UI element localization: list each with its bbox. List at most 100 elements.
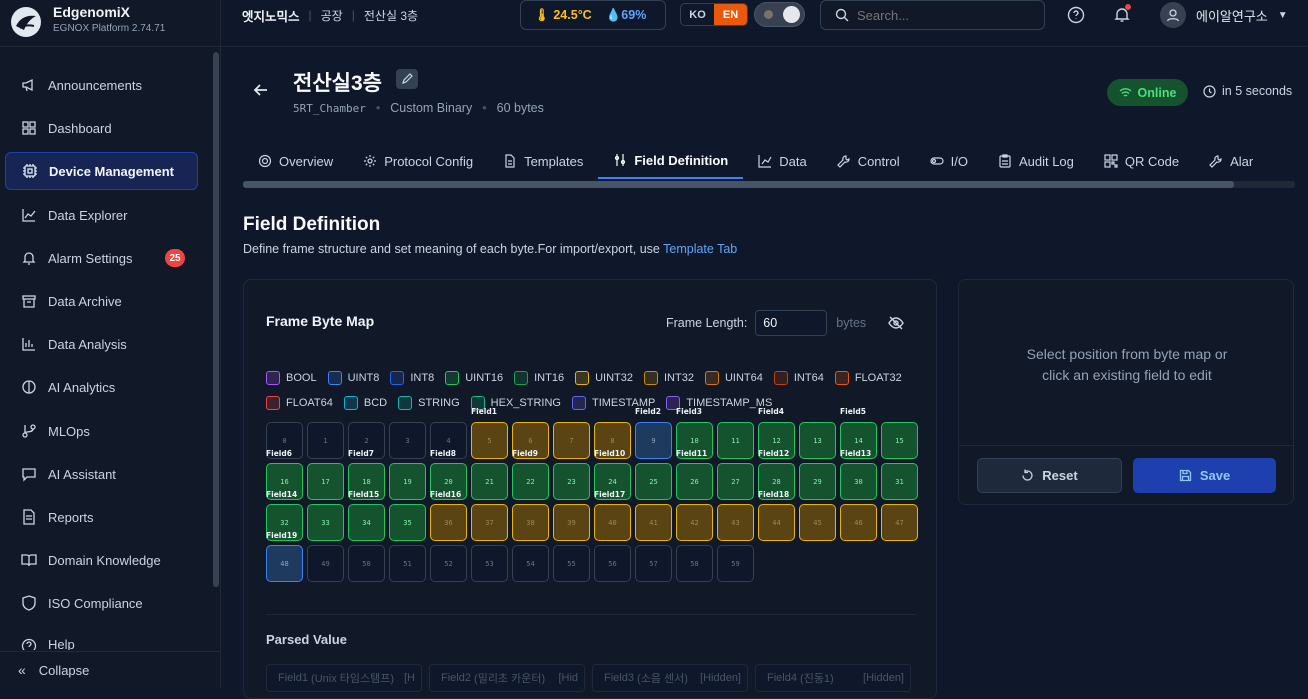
byte-cell[interactable]: 47 [881, 504, 918, 541]
search-input[interactable] [857, 7, 1037, 23]
field-label[interactable]: Field5 [840, 407, 866, 416]
tab-audit-log[interactable]: Audit Log [983, 143, 1089, 179]
byte-cell[interactable]: 53 [471, 545, 508, 582]
byte-cell[interactable]: 19 [389, 463, 426, 500]
help-circle-icon[interactable] [1065, 4, 1087, 26]
byte-cell[interactable]: 17 [307, 463, 344, 500]
byte-cell[interactable]: 34 [348, 504, 385, 541]
byte-cell[interactable]: 54 [512, 545, 549, 582]
field-label[interactable]: Field18 [758, 490, 789, 499]
field-label[interactable]: Field8 [430, 449, 456, 458]
user-menu[interactable]: 에이알연구소 ▼ [1160, 0, 1288, 30]
byte-cell[interactable]: 40 [594, 504, 631, 541]
byte-cell[interactable]: 42 [676, 504, 713, 541]
sidebar-item-ai-analytics[interactable]: AI Analytics [5, 368, 198, 406]
save-button[interactable]: Save [1133, 458, 1276, 493]
back-arrow-icon[interactable] [251, 80, 271, 100]
byte-cell[interactable]: 11 [717, 422, 754, 459]
theme-toggle[interactable] [754, 2, 805, 27]
tab-control[interactable]: Control [822, 143, 915, 179]
sidebar-scrollbar[interactable] [213, 52, 219, 587]
tab-qr-code[interactable]: QR Code [1089, 143, 1194, 179]
byte-cell[interactable]: 41 [635, 504, 672, 541]
eye-off-icon[interactable] [887, 314, 905, 332]
byte-cell[interactable]: 9 [635, 422, 672, 459]
tab-protocol-config[interactable]: Protocol Config [348, 143, 488, 179]
byte-cell[interactable]: 3 [389, 422, 426, 459]
byte-cell[interactable]: 35 [389, 504, 426, 541]
breadcrumb-company[interactable]: 엣지노믹스 [242, 6, 300, 25]
tab-alar[interactable]: Alar [1194, 143, 1268, 179]
byte-cell[interactable]: 46 [840, 504, 877, 541]
field-label[interactable]: Field19 [266, 531, 297, 540]
tab-overview[interactable]: Overview [243, 143, 348, 179]
byte-cell[interactable]: 52 [430, 545, 467, 582]
byte-cell[interactable]: 37 [471, 504, 508, 541]
tab-scrollbar[interactable] [243, 181, 1295, 188]
byte-cell[interactable]: 59 [717, 545, 754, 582]
field-label[interactable]: Field3 [676, 407, 702, 416]
byte-cell[interactable]: 38 [512, 504, 549, 541]
byte-cell[interactable]: 55 [553, 545, 590, 582]
byte-cell[interactable]: 56 [594, 545, 631, 582]
tab-scrollbar-thumb[interactable] [243, 181, 1234, 188]
byte-cell[interactable]: 48 [266, 545, 303, 582]
byte-cell[interactable]: 58 [676, 545, 713, 582]
sidebar-item-dashboard[interactable]: Dashboard [5, 109, 198, 147]
sidebar-item-ai-assistant[interactable]: AI Assistant [5, 455, 198, 493]
byte-cell[interactable]: 49 [307, 545, 344, 582]
sidebar-item-device-management[interactable]: Device Management [5, 152, 198, 190]
sidebar-item-iso-compliance[interactable]: ISO Compliance [5, 584, 198, 622]
sidebar-item-mlops[interactable]: MLOps [5, 412, 198, 450]
byte-cell[interactable]: 45 [799, 504, 836, 541]
tab-field-definition[interactable]: Field Definition [598, 143, 744, 179]
sidebar-item-alarm-settings[interactable]: Alarm Settings 25 [5, 239, 198, 277]
field-label[interactable]: Field15 [348, 490, 379, 499]
byte-cell[interactable]: 44 [758, 504, 795, 541]
byte-cell[interactable]: 27 [717, 463, 754, 500]
byte-cell[interactable]: 21 [471, 463, 508, 500]
sidebar-item-data-archive[interactable]: Data Archive [5, 282, 198, 320]
field-label[interactable]: Field2 [635, 407, 661, 416]
byte-cell[interactable]: 43 [717, 504, 754, 541]
sidebar-item-help[interactable]: Help [5, 628, 198, 650]
tab-data[interactable]: Data [743, 143, 821, 179]
byte-cell[interactable]: 25 [635, 463, 672, 500]
byte-cell[interactable]: 50 [348, 545, 385, 582]
byte-cell[interactable]: 51 [389, 545, 426, 582]
field-label[interactable]: Field6 [266, 449, 292, 458]
field-label[interactable]: Field16 [430, 490, 461, 499]
byte-cell[interactable]: 7 [553, 422, 590, 459]
frame-length-input[interactable] [755, 310, 828, 336]
byte-cell[interactable]: 13 [799, 422, 836, 459]
field-label[interactable]: Field14 [266, 490, 297, 499]
sidebar-item-reports[interactable]: Reports [5, 498, 198, 536]
reset-button[interactable]: Reset [977, 458, 1122, 493]
edit-title-button[interactable] [396, 69, 418, 89]
field-label[interactable]: Field1 [471, 407, 497, 416]
field-label[interactable]: Field7 [348, 449, 374, 458]
byte-cell[interactable]: 36 [430, 504, 467, 541]
field-label[interactable]: Field10 [594, 449, 625, 458]
byte-cell[interactable]: 26 [676, 463, 713, 500]
byte-cell[interactable]: 30 [840, 463, 877, 500]
sidebar-item-announcements[interactable]: Announcements [5, 66, 198, 104]
search-box[interactable] [820, 0, 1045, 30]
tab-templates[interactable]: Templates [488, 143, 598, 179]
field-label[interactable]: Field9 [512, 449, 538, 458]
field-label[interactable]: Field13 [840, 449, 871, 458]
tab-i-o[interactable]: I/O [915, 143, 983, 179]
field-label[interactable]: Field17 [594, 490, 625, 499]
breadcrumb-location[interactable]: 전산실 3층 [364, 7, 418, 24]
byte-cell[interactable]: 31 [881, 463, 918, 500]
notification-bell-icon[interactable] [1111, 4, 1133, 26]
field-label[interactable]: Field4 [758, 407, 784, 416]
lang-en-button[interactable]: EN [714, 4, 747, 25]
lang-ko-button[interactable]: KO [681, 4, 714, 25]
breadcrumb-site[interactable]: 공장 [321, 7, 343, 24]
sidebar-item-data-explorer[interactable]: Data Explorer [5, 196, 198, 234]
byte-cell[interactable]: 33 [307, 504, 344, 541]
byte-cell[interactable]: 23 [553, 463, 590, 500]
byte-cell[interactable]: 39 [553, 504, 590, 541]
field-label[interactable]: Field11 [676, 449, 707, 458]
